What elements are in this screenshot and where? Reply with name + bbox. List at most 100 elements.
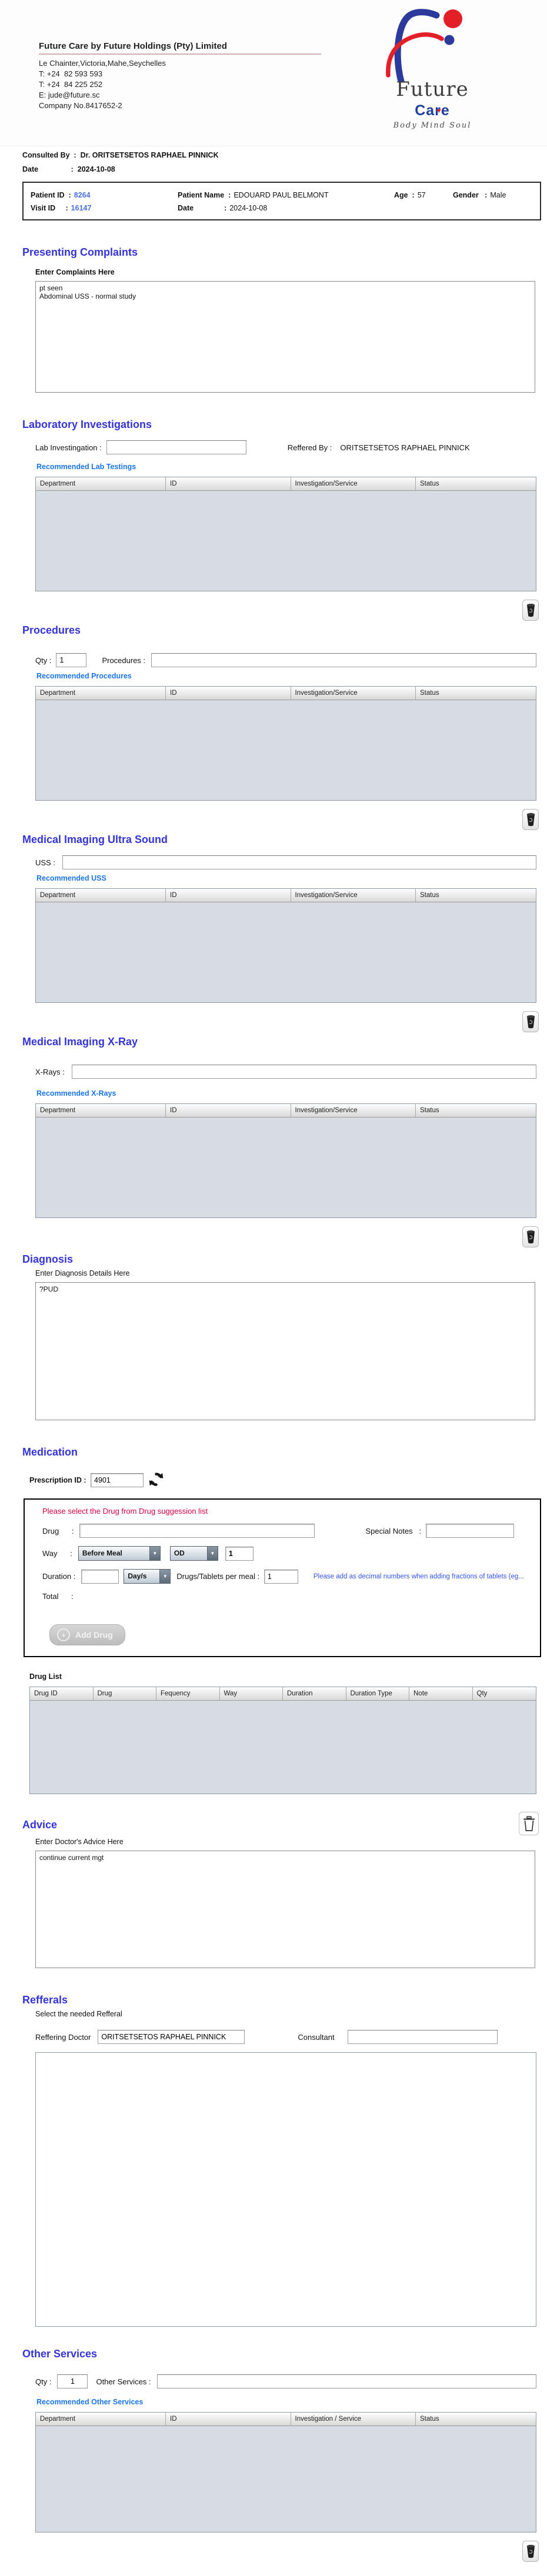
section-title-xray: Medical Imaging X-Ray [22,1036,138,1048]
diagnosis-label: Enter Diagnosis Details Here [35,1269,130,1277]
column-header: Qty [472,1687,536,1700]
column-header: Way [219,1687,283,1700]
patient-name-cell: Patient Name : EDOUARD PAUL BELMONT [178,191,394,199]
other-services-trash-row [0,2541,539,2562]
column-header: Drug [93,1687,156,1700]
xray-input-row: X-Rays : [35,1065,536,1079]
other-services-table: Department ID Investigation / Service Statu… [35,2412,536,2532]
lab-table-header: Department ID Investigation/Service Status [36,477,536,491]
procedures-qty-label: Qty : [35,655,52,665]
frequency-selected: OD [174,1549,185,1557]
refresh-prescription-button[interactable] [148,1471,164,1489]
advice-header: Advice [0,1794,539,1835]
trash-icon [526,603,535,617]
lab-delete-button[interactable] [522,600,539,621]
company-number: Company No.8417652-2 [39,101,122,110]
meal-time-dropdown[interactable]: Before Meal ▼ [78,1546,161,1561]
patient-row-1: Patient ID : 8264 Patient Name : EDOUARD… [31,191,533,199]
per-meal-input[interactable] [264,1569,298,1584]
visit-date-value: 2024-10-08 [229,204,268,212]
column-header: Status [416,2413,536,2426]
medication-entry-box: Please select the Drug from Drug suggess… [24,1498,541,1657]
column-header: Department [36,1104,166,1117]
page-bottom-spacer [0,2562,547,2576]
column-header: Investigation/Service [291,687,416,700]
complaints-textarea[interactable]: pt seen Abdominal USS - normal study [35,281,535,393]
xray-input[interactable] [71,1065,536,1079]
visit-id-label: Visit ID : [31,204,68,212]
add-drug-button[interactable]: + Add Drug [49,1624,125,1645]
lab-trash-row [0,600,539,621]
company-email: E: jude@future.sc [39,91,100,99]
section-title-diagnosis: Diagnosis [22,1253,74,1265]
total-label: Total : [42,1592,74,1601]
consult-date-value: 2024-10-08 [77,165,115,173]
other-qty-input[interactable] [57,2374,88,2388]
section-title-laboratory: Laboratory Investigations [22,419,152,430]
company-name: Future Care by Future Holdings (Pty) Lim… [39,41,321,55]
column-header: Status [416,889,536,902]
xray-delete-button[interactable] [522,1226,539,1247]
column-header: ID [166,687,291,700]
lab-referred-value: ORITSETSETOS RAPHAEL PINNICK [340,443,470,452]
referrals-subtitle: Select the needed Refferal [35,2010,122,2018]
referral-list-box [35,2052,536,2327]
company-phone-2: T: +24 84 225 252 [39,80,103,89]
xray-input-label: X-Rays : [35,1067,65,1076]
duration-unit-dropdown[interactable]: Day/s ▼ [124,1569,171,1584]
column-header: Status [416,687,536,700]
column-header: ID [166,889,291,902]
patient-id-label: Patient ID : [31,191,71,199]
other-services-delete-button[interactable] [522,2541,539,2562]
drug-list-delete-button[interactable] [519,1812,539,1835]
advice-label: Enter Doctor's Advice Here [35,1838,124,1846]
duration-input[interactable] [81,1569,119,1584]
diagnosis-textarea[interactable]: ?PUD [35,1282,535,1420]
prescription-id-input[interactable] [91,1473,144,1487]
company-phone-1: T: +24 82 593 593 [39,69,103,78]
consult-date-line: Date : 2024-10-08 [22,165,547,173]
other-services-input-row: Qty : Other Services : [35,2374,536,2388]
uss-delete-button[interactable] [522,1011,539,1032]
column-header: Department [36,2413,166,2426]
column-header: Department [36,687,166,700]
patient-id-cell: Patient ID : 8264 [31,191,178,199]
drug-input[interactable] [79,1524,315,1538]
duration-label: Duration : [42,1572,76,1581]
procedures-input[interactable] [151,653,536,667]
advice-textarea[interactable]: continue current mgt [35,1851,535,1968]
column-header: Status [416,1104,536,1117]
trash-outline-icon [523,1815,535,1831]
uss-input[interactable] [62,855,536,869]
consultant-input[interactable] [347,2030,498,2044]
future-care-logo: Future Care ♥ Body Mind Soul [359,2,506,143]
trash-icon [526,1230,535,1244]
frequency-dropdown[interactable]: OD ▼ [169,1546,218,1561]
column-header: ID [166,477,291,490]
uss-table-header: Department ID Investigation/Service Status [36,889,536,902]
total-row: Total : [42,1592,532,1601]
visit-date-cell: Date : 2024-10-08 [178,204,394,212]
special-notes-input[interactable] [426,1524,515,1538]
lab-investigation-input[interactable] [106,440,246,454]
section-title-presenting-complaints: Presenting Complaints [22,246,138,258]
patient-age-cell: Age : 57 [394,191,453,199]
prescription-row: Prescription ID : [29,1471,547,1489]
frequency-qty-input[interactable] [225,1546,254,1561]
xray-trash-row [0,1226,539,1247]
xray-table: Department ID Investigation/Service Status [35,1103,536,1218]
patient-gender-value: Male [490,191,506,199]
column-header: Duration [283,1687,346,1700]
referring-doctor-input[interactable] [98,2030,245,2044]
trash-icon [526,812,535,827]
other-services-input[interactable] [156,2374,536,2388]
procedures-qty-input[interactable] [56,653,87,667]
patient-gender-label: Gender : [453,191,488,199]
company-info: Future Care by Future Holdings (Pty) Lim… [39,41,321,111]
drug-label: Drug : [42,1526,74,1535]
consulted-by-label: Consulted By : [22,151,81,159]
lab-input-row: Lab Investingation : Reffered By : ORITS… [35,440,536,454]
procedures-delete-button[interactable] [522,809,539,830]
company-address: Le Chainter,Victoria,Mahe,Seychelles [39,59,166,68]
lab-input-label: Lab Investingation : [35,443,102,452]
